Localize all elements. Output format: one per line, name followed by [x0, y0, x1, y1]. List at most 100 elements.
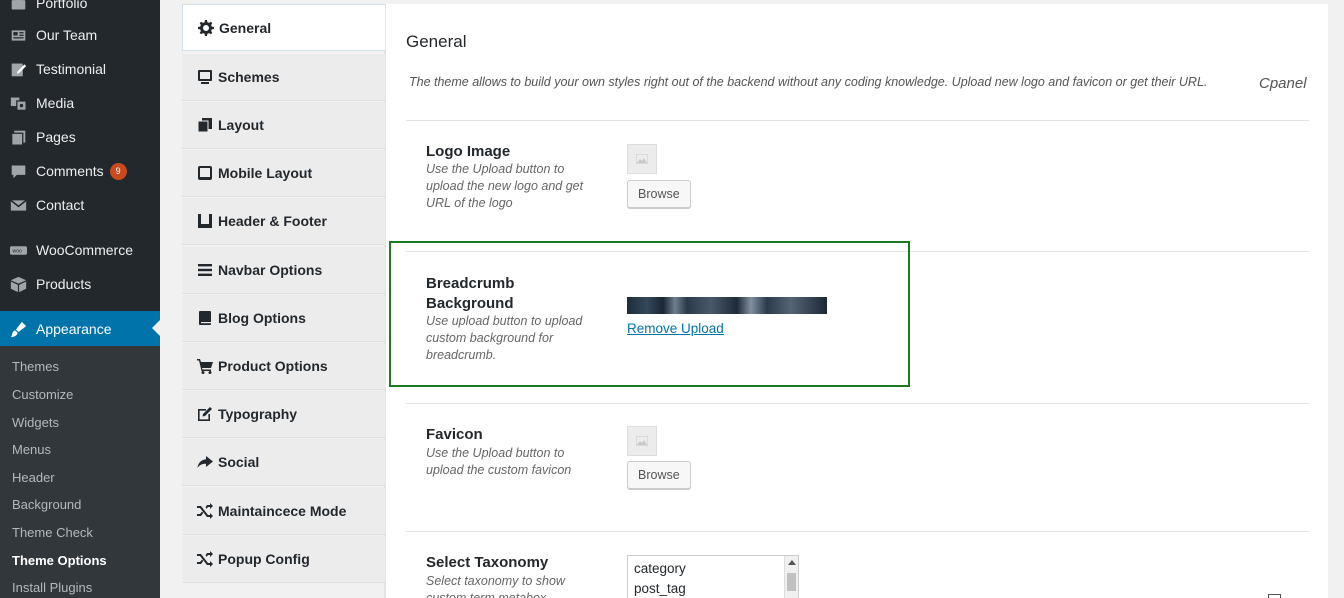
testimonial-icon — [9, 60, 27, 78]
tab-label: Maintaincece Mode — [218, 503, 347, 519]
menu-item-label: Pages — [36, 129, 76, 145]
woocommerce-icon: woo — [9, 241, 27, 259]
cpanel-label: Cpanel — [1259, 75, 1307, 92]
tab-typography[interactable]: Typography — [182, 391, 385, 438]
taxonomy-option[interactable]: post_tag — [628, 579, 798, 598]
tab-label: Blog Options — [218, 310, 306, 326]
tab-label: General — [219, 19, 272, 36]
tab-label: Social — [218, 454, 260, 470]
image-placeholder-icon — [636, 154, 648, 164]
submenu-item-theme-check[interactable]: Theme Check — [12, 525, 93, 540]
menu-item-label: Products — [36, 276, 92, 292]
logo-image-preview — [627, 144, 657, 174]
submenu-item-menus[interactable]: Menus — [12, 442, 51, 457]
submenu-item-customize[interactable]: Customize — [12, 387, 73, 402]
menu-item-label: Comments — [36, 163, 104, 179]
theme-options-nav: General Schemes Layout Mobile Layout Hea… — [182, 4, 385, 598]
tab-social[interactable]: Social — [182, 439, 385, 486]
tab-label: Mobile Layout — [218, 165, 313, 181]
shuffle-icon — [197, 551, 213, 567]
submenu-item-background[interactable]: Background — [12, 497, 81, 512]
bars-icon — [197, 262, 213, 278]
breadcrumb-background-help: Use upload button to upload custom backg… — [426, 314, 583, 362]
portfolio-icon — [9, 0, 27, 12]
divider — [406, 120, 1309, 121]
menu-item-comments[interactable]: Comments 9 — [0, 154, 160, 188]
submenu-item-themes[interactable]: Themes — [12, 359, 59, 374]
tab-label: Schemes — [218, 69, 280, 85]
tab-header-footer[interactable]: Header & Footer — [182, 198, 385, 245]
pages-icon — [9, 128, 27, 146]
tab-mobile-layout[interactable]: Mobile Layout — [182, 150, 385, 197]
options-content: General The theme allows to build your o… — [385, 4, 1328, 598]
divider — [406, 403, 1309, 404]
menu-item-label: Appearance — [36, 321, 112, 337]
tab-maintenance-mode[interactable]: Maintaincece Mode — [182, 488, 385, 535]
appearance-icon — [9, 320, 27, 338]
favicon-preview — [627, 426, 657, 456]
copy-icon — [197, 117, 213, 133]
favicon-help: Use the Upload button to upload the cust… — [426, 446, 572, 477]
tab-layout[interactable]: Layout — [182, 102, 385, 149]
tab-label: Typography — [218, 406, 298, 422]
team-icon — [9, 26, 27, 44]
tablet-icon — [197, 165, 213, 181]
gear-icon — [198, 19, 214, 36]
cart-icon — [197, 358, 213, 374]
book-icon — [197, 310, 213, 326]
menu-item-products[interactable]: Products — [0, 267, 160, 301]
menu-item-woocommerce[interactable]: woo WooCommerce — [0, 233, 160, 267]
listbox-scrollbar[interactable] — [784, 556, 798, 598]
submenu-item-theme-options[interactable]: Theme Options — [12, 553, 107, 568]
taxonomy-checkbox[interactable] — [1268, 594, 1281, 598]
taxonomy-option[interactable]: category — [628, 556, 798, 579]
menu-item-contact[interactable]: Contact — [0, 188, 160, 222]
scroll-thumb[interactable] — [787, 573, 796, 591]
breadcrumb-background-label: Breadcrumb Background — [426, 275, 515, 312]
menu-item-label: Media — [36, 95, 75, 111]
monitor-icon — [197, 69, 213, 85]
menu-item-pages[interactable]: Pages — [0, 120, 160, 154]
appearance-submenu: Themes Customize Widgets Menus Header Ba… — [0, 346, 160, 598]
menu-item-media[interactable]: Media — [0, 86, 160, 120]
menu-item-portfolio[interactable]: Portfolio — [0, 0, 160, 20]
tab-blog-options[interactable]: Blog Options — [182, 295, 385, 342]
products-icon — [9, 275, 27, 293]
tab-product-options[interactable]: Product Options — [182, 343, 385, 390]
section-description: The theme allows to build your own style… — [409, 75, 1208, 89]
menu-item-appearance[interactable]: Appearance — [0, 311, 160, 347]
menu-item-label: WooCommerce — [36, 242, 133, 258]
tab-label: Layout — [218, 117, 264, 133]
tab-label: Product Options — [218, 358, 328, 374]
remove-upload-link[interactable]: Remove Upload — [627, 321, 724, 336]
tab-general[interactable]: General — [182, 4, 385, 51]
taxonomy-listbox[interactable]: category post_tag — [627, 555, 799, 598]
menu-item-testimonial[interactable]: Testimonial — [0, 52, 160, 86]
tab-label: Popup Config — [218, 551, 310, 567]
menu-item-label: Our Team — [36, 27, 98, 43]
menu-item-our-team[interactable]: Our Team — [0, 18, 160, 52]
tab-label: Header & Footer — [218, 213, 327, 229]
admin-sidebar: Portfolio Our Team Testimonial Media Pag… — [0, 0, 160, 598]
favicon-label: Favicon — [426, 426, 483, 443]
tab-label: Navbar Options — [218, 262, 323, 278]
tab-popup-config[interactable]: Popup Config — [182, 536, 385, 583]
logo-browse-button[interactable]: Browse — [627, 180, 691, 208]
tab-schemes[interactable]: Schemes — [182, 54, 385, 101]
share-icon — [197, 454, 213, 470]
comments-icon — [9, 162, 27, 180]
tab-navbar-options[interactable]: Navbar Options — [182, 247, 385, 294]
shuffle-icon — [197, 503, 213, 519]
submenu-item-install-plugins[interactable]: Install Plugins — [12, 580, 92, 595]
menu-item-label: Contact — [36, 197, 85, 213]
scroll-up-icon[interactable] — [788, 560, 796, 565]
menu-item-label: Portfolio — [36, 0, 88, 11]
media-icon — [9, 94, 27, 112]
breadcrumb-background-preview — [627, 297, 827, 314]
favicon-browse-button[interactable]: Browse — [627, 461, 691, 489]
select-taxonomy-help: Select taxonomy to show custom term meta… — [426, 574, 565, 598]
svg-text:woo: woo — [12, 248, 22, 254]
menu-item-label: Testimonial — [36, 61, 107, 77]
submenu-item-widgets[interactable]: Widgets — [12, 415, 59, 430]
submenu-item-header[interactable]: Header — [12, 470, 55, 485]
